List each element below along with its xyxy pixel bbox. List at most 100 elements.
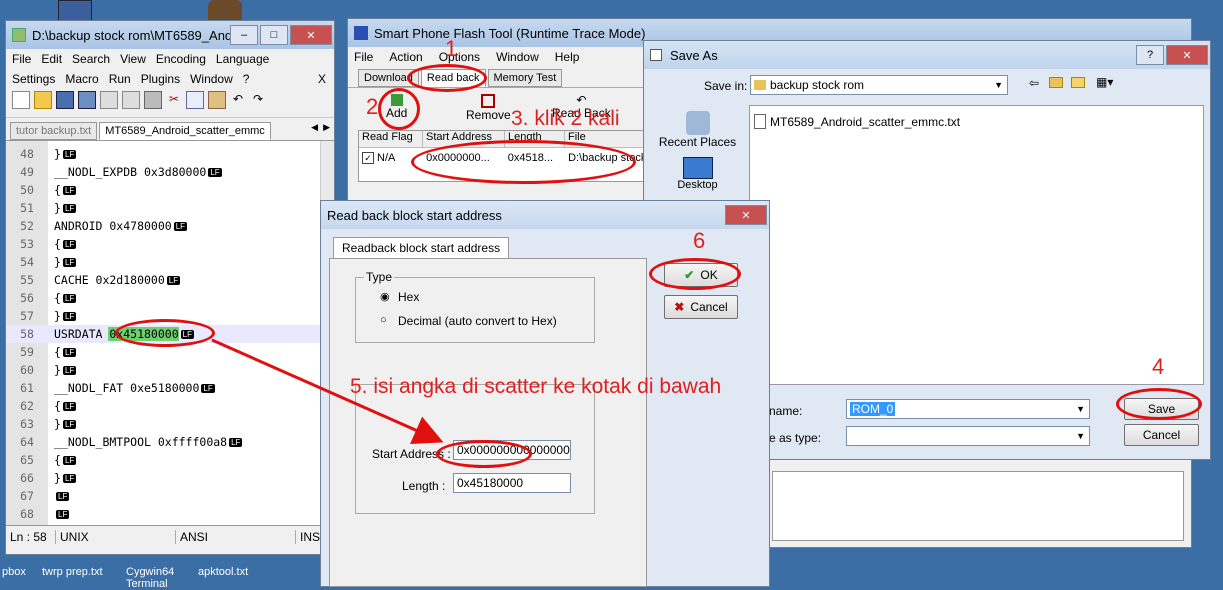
android-icon[interactable] — [208, 0, 242, 22]
open-file-icon[interactable] — [34, 91, 52, 109]
read-back-icon: ↶ — [576, 93, 587, 107]
close-icon[interactable]: ✕ — [290, 25, 332, 45]
copy-icon[interactable] — [186, 91, 204, 109]
read-flag-checkbox[interactable]: ✓ — [362, 152, 374, 164]
code-line[interactable]: 67 LF — [6, 487, 334, 505]
code-line[interactable]: 49 __NODL_EXPDB 0x3d80000 LF — [6, 163, 334, 181]
code-line[interactable]: 48} LF — [6, 145, 334, 163]
length-input[interactable]: 0x45180000 — [453, 473, 571, 493]
code-line[interactable]: 62 {LF — [6, 397, 334, 415]
desktop-label[interactable]: apktool.txt — [198, 566, 248, 578]
new-file-icon[interactable] — [12, 91, 30, 109]
readback-close-icon[interactable]: ✕ — [725, 205, 767, 225]
code-line[interactable]: 65 {LF — [6, 451, 334, 469]
code-line[interactable]: 61 __NODL_FAT 0xe5180000 LF — [6, 379, 334, 397]
line-text: { — [54, 399, 61, 413]
hex-radio[interactable]: ◉ — [380, 290, 390, 303]
notepad-titlebar[interactable]: D:\backup stock rom\MT6589_And... – □ ✕ — [6, 21, 334, 49]
ft-menu-file[interactable]: File — [354, 50, 373, 64]
filetype-select[interactable]: ▼ — [846, 426, 1090, 446]
decimal-radio[interactable]: ○ — [380, 314, 387, 326]
code-line[interactable]: 66} LF — [6, 469, 334, 487]
saveas-close-icon[interactable]: ✕ — [1166, 45, 1208, 65]
ft-menu-help[interactable]: Help — [555, 50, 580, 64]
savein-select[interactable]: backup stock rom ▼ — [750, 75, 1008, 95]
code-line[interactable]: 63} LF — [6, 415, 334, 433]
menu-help[interactable]: ? — [243, 72, 250, 86]
col-read-flag[interactable]: Read Flag — [359, 131, 422, 147]
menu-close-doc[interactable]: X — [318, 72, 326, 86]
code-line[interactable]: 60} LF — [6, 361, 334, 379]
line-number: 61 — [20, 381, 34, 395]
line-text: } — [54, 363, 61, 377]
recent-places-item[interactable]: Recent Places — [650, 111, 745, 149]
lf-marker: LF — [56, 509, 70, 519]
code-line[interactable]: 55 CACHE 0x2d180000 LF — [6, 271, 334, 289]
tab-scroll-right-icon[interactable]: ▶ — [323, 122, 330, 133]
desktop-label[interactable]: pbox — [2, 566, 26, 578]
menu-encoding[interactable]: Encoding — [156, 52, 206, 66]
tab-readback-block[interactable]: Readback block start address — [333, 237, 510, 259]
menu-view[interactable]: View — [120, 52, 146, 66]
file-list[interactable]: MT6589_Android_scatter_emmc.txt — [749, 105, 1204, 385]
undo-icon[interactable]: ↶ — [230, 91, 246, 107]
menu-plugins[interactable]: Plugins — [141, 72, 180, 86]
cut-icon[interactable]: ✂ — [166, 91, 182, 107]
saveas-cancel-button[interactable]: Cancel — [1124, 424, 1199, 446]
code-line[interactable]: 68 LF — [6, 505, 334, 523]
menu-search[interactable]: Search — [72, 52, 110, 66]
menu-file[interactable]: File — [12, 52, 31, 66]
filename-input[interactable]: ROM_0 ▼ — [846, 399, 1090, 419]
menu-language[interactable]: Language — [216, 52, 269, 66]
notepad-menu-row1: File Edit Search View Encoding Language — [6, 49, 334, 69]
menu-macro[interactable]: Macro — [65, 72, 98, 86]
code-line[interactable]: 54} LF — [6, 253, 334, 271]
menu-settings[interactable]: Settings — [12, 72, 55, 86]
menu-window[interactable]: Window — [190, 72, 233, 86]
tab-memory-test[interactable]: Memory Test — [487, 69, 563, 87]
folder-icon — [754, 80, 766, 90]
save-all-icon[interactable] — [78, 91, 96, 109]
line-number: 50 — [20, 183, 34, 197]
code-line[interactable]: 56 {LF — [6, 289, 334, 307]
desktop-place-item[interactable]: Desktop — [650, 157, 745, 191]
save-icon[interactable] — [56, 91, 74, 109]
saveas-help-icon[interactable]: ? — [1136, 45, 1164, 65]
code-line[interactable]: 50 {LF — [6, 181, 334, 199]
readback-titlebar[interactable]: Read back block start address ✕ — [321, 201, 769, 229]
print-icon[interactable] — [144, 91, 162, 109]
code-line[interactable]: 53 {LF — [6, 235, 334, 253]
up-folder-icon[interactable] — [1049, 77, 1063, 88]
view-menu-icon[interactable]: ▦▾ — [1096, 75, 1113, 89]
minimize-icon[interactable]: – — [230, 25, 258, 45]
readback-cancel-button[interactable]: ✖ Cancel — [664, 295, 738, 319]
back-icon[interactable]: ⇦ — [1029, 76, 1039, 90]
maximize-icon[interactable]: □ — [260, 25, 288, 45]
remove-button[interactable]: Remove — [466, 94, 511, 122]
line-number: 65 — [20, 453, 34, 467]
ft-menu-window[interactable]: Window — [496, 50, 539, 64]
savein-label: Save in: — [704, 79, 748, 93]
close-file-icon[interactable] — [100, 91, 118, 109]
desktop-label[interactable]: Cygwin64 Terminal — [126, 566, 186, 590]
tab-scroll-left-icon[interactable]: ◀ — [311, 122, 318, 133]
redo-icon[interactable]: ↷ — [250, 91, 266, 107]
code-line[interactable]: 52 ANDROID 0x4780000 LF — [6, 217, 334, 235]
lf-marker: LF — [62, 257, 77, 267]
code-line[interactable]: 64 __NODL_BMTPOOL 0xffff00a8 LF — [6, 433, 334, 451]
tab-scatter[interactable]: MT6589_Android_scatter_emmc — [99, 122, 271, 140]
close-all-icon[interactable] — [122, 91, 140, 109]
paste-icon[interactable] — [208, 91, 226, 109]
annotation-step-2: 2 — [366, 94, 379, 119]
file-item[interactable]: MT6589_Android_scatter_emmc.txt — [750, 106, 1203, 137]
ft-menu-action[interactable]: Action — [389, 50, 422, 64]
lf-marker: LF — [62, 203, 77, 213]
desktop-label[interactable]: twrp prep.txt — [42, 566, 103, 578]
menu-run[interactable]: Run — [109, 72, 131, 86]
virtualbox-icon[interactable] — [58, 0, 92, 22]
tab-tutor-backup[interactable]: tutor backup.txt — [10, 122, 98, 140]
menu-edit[interactable]: Edit — [41, 52, 62, 66]
code-line[interactable]: 51} LF — [6, 199, 334, 217]
saveas-titlebar[interactable]: Save As ? ✕ — [644, 41, 1210, 69]
new-folder-icon[interactable] — [1071, 77, 1085, 88]
